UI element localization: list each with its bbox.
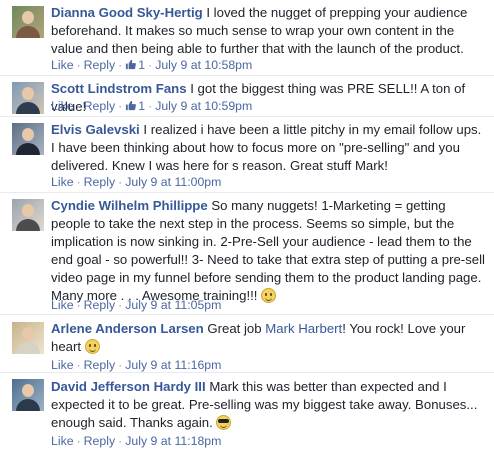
thumbs-up-icon (126, 100, 137, 111)
separator: · (148, 99, 153, 113)
like-button[interactable]: Like (51, 58, 74, 72)
comment-author[interactable]: Arlene Anderson Larsen (51, 321, 204, 336)
like-button[interactable]: Like (51, 298, 74, 312)
comment-author[interactable]: Cyndie Wilhelm Phillippe (51, 198, 208, 213)
comment-item: Elvis Galevski I realized i have been a … (0, 117, 494, 193)
comment-item: Arlene Anderson Larsen Great job Mark Ha… (0, 315, 494, 373)
avatar[interactable] (12, 123, 44, 155)
comment-text-before: Great job (207, 321, 262, 336)
comment-timestamp[interactable]: July 9 at 10:59pm (155, 99, 252, 113)
like-count-value: 1 (138, 58, 146, 72)
comment-body: Dianna Good Sky-Hertig I loved the nugge… (51, 4, 488, 58)
separator: · (148, 58, 153, 72)
comment-author[interactable]: Elvis Galevski (51, 122, 140, 137)
comment-actions: Like · Reply · 1 · July 9 at 10:58pm (51, 57, 252, 73)
comment-timestamp[interactable]: July 9 at 11:05pm (125, 298, 221, 312)
comment-list: Dianna Good Sky-Hertig I loved the nugge… (0, 0, 494, 459)
avatar[interactable] (12, 6, 44, 38)
comment-timestamp[interactable]: July 9 at 10:58pm (155, 58, 252, 72)
separator: · (76, 358, 81, 372)
separator: · (118, 58, 123, 72)
reply-button[interactable]: Reply (84, 58, 115, 72)
comment-author[interactable]: David Jefferson Hardy III (51, 379, 206, 394)
comment-actions: Like · Reply · July 9 at 11:00pm (51, 174, 221, 190)
separator: · (118, 434, 123, 448)
like-count-value: 1 (138, 99, 146, 113)
like-button[interactable]: Like (51, 99, 74, 113)
like-button[interactable]: Like (51, 358, 74, 372)
separator: · (76, 99, 81, 113)
reply-button[interactable]: Reply (84, 434, 115, 448)
reply-button[interactable]: Reply (84, 358, 115, 372)
like-count[interactable]: 1 (125, 58, 145, 72)
separator: · (118, 99, 123, 113)
reply-button[interactable]: Reply (84, 99, 115, 113)
mention-link[interactable]: Mark Harbert (265, 321, 342, 336)
reply-button[interactable]: Reply (84, 298, 115, 312)
separator: · (76, 175, 81, 189)
reply-button[interactable]: Reply (84, 175, 115, 189)
like-count[interactable]: 1 (125, 99, 145, 113)
like-button[interactable]: Like (51, 175, 74, 189)
separator: · (118, 298, 123, 312)
comment-item: Scott Lindstrom Fans I got the biggest t… (0, 76, 494, 117)
avatar[interactable] (12, 322, 44, 354)
avatar[interactable] (12, 379, 44, 411)
comment-body: David Jefferson Hardy III Mark this was … (51, 378, 488, 432)
separator: · (118, 358, 123, 372)
sunglasses-emoji-icon (216, 415, 232, 430)
comment-body: Arlene Anderson Larsen Great job Mark Ha… (51, 320, 488, 356)
avatar[interactable] (12, 82, 44, 114)
comment-body: Cyndie Wilhelm Phillippe So many nuggets… (51, 197, 488, 305)
comment-body: Elvis Galevski I realized i have been a … (51, 121, 488, 175)
comment-author[interactable]: Dianna Good Sky-Hertig (51, 5, 203, 20)
thumbs-up-icon (126, 59, 137, 70)
comment-actions: Like · Reply · July 9 at 11:18pm (51, 433, 221, 449)
comment-actions: Like · Reply · July 9 at 11:05pm (51, 297, 221, 313)
comment-timestamp[interactable]: July 9 at 11:18pm (125, 434, 221, 448)
smile-emoji-icon (84, 339, 100, 354)
separator: · (118, 175, 123, 189)
avatar[interactable] (12, 199, 44, 231)
comment-timestamp[interactable]: July 9 at 11:00pm (125, 175, 221, 189)
comment-item: David Jefferson Hardy III Mark this was … (0, 373, 494, 459)
like-button[interactable]: Like (51, 434, 74, 448)
smile-emoji-icon (261, 288, 277, 303)
comment-item: Cyndie Wilhelm Phillippe So many nuggets… (0, 193, 494, 315)
separator: · (76, 58, 81, 72)
comment-actions: Like · Reply · July 9 at 11:16pm (51, 357, 221, 373)
separator: · (76, 298, 81, 312)
separator: · (76, 434, 81, 448)
comment-author[interactable]: Scott Lindstrom Fans (51, 81, 187, 96)
comment-item: Dianna Good Sky-Hertig I loved the nugge… (0, 4, 494, 76)
comment-actions: Like · Reply · 1 · July 9 at 10:59pm (51, 98, 252, 114)
comment-timestamp[interactable]: July 9 at 11:16pm (125, 358, 221, 372)
